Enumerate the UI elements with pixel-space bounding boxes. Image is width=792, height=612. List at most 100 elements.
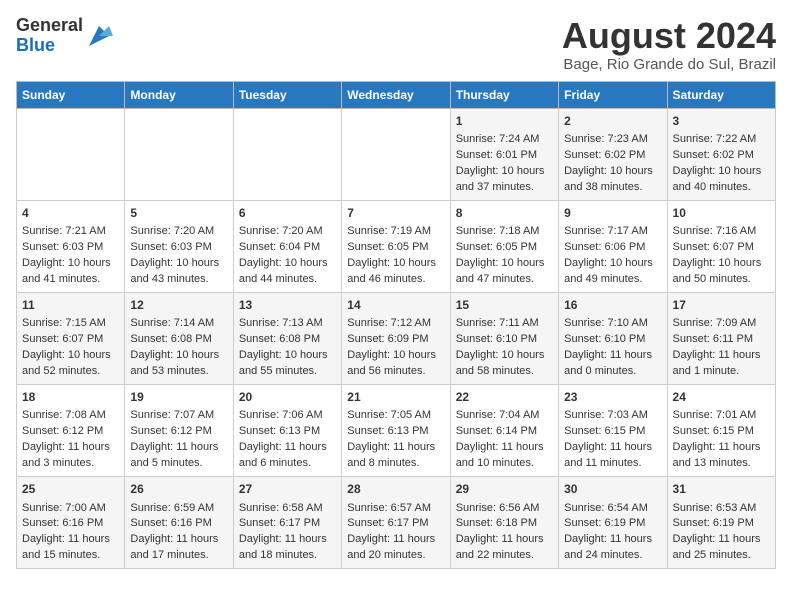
- sunset: Sunset: 6:13 PM: [239, 425, 320, 437]
- title-block: August 2024 Bage, Rio Grande do Sul, Bra…: [562, 16, 776, 73]
- calendar-cell: 14Sunrise: 7:12 AMSunset: 6:09 PMDayligh…: [342, 292, 450, 384]
- sunrise: Sunrise: 7:08 AM: [22, 409, 106, 421]
- daylight: Daylight: 11 hours and 17 minutes.: [130, 533, 218, 561]
- logo: General Blue: [16, 16, 113, 56]
- col-header-thursday: Thursday: [450, 81, 558, 108]
- calendar-body: 1Sunrise: 7:24 AMSunset: 6:01 PMDaylight…: [17, 108, 776, 569]
- sunrise: Sunrise: 6:59 AM: [130, 502, 214, 514]
- day-number: 16: [564, 297, 661, 314]
- day-number: 3: [673, 113, 770, 130]
- sunrise: Sunrise: 6:53 AM: [673, 502, 757, 514]
- sunset: Sunset: 6:03 PM: [22, 241, 103, 253]
- sunrise: Sunrise: 7:20 AM: [239, 225, 323, 237]
- sunrise: Sunrise: 7:19 AM: [347, 225, 431, 237]
- calendar-cell: 8Sunrise: 7:18 AMSunset: 6:05 PMDaylight…: [450, 200, 558, 292]
- sunrise: Sunrise: 6:56 AM: [456, 502, 540, 514]
- daylight: Daylight: 11 hours and 5 minutes.: [130, 441, 218, 469]
- sunset: Sunset: 6:10 PM: [564, 333, 645, 345]
- calendar-cell: 27Sunrise: 6:58 AMSunset: 6:17 PMDayligh…: [233, 477, 341, 569]
- page-subtitle: Bage, Rio Grande do Sul, Brazil: [562, 56, 776, 73]
- sunrise: Sunrise: 7:01 AM: [673, 409, 757, 421]
- sunrise: Sunrise: 7:18 AM: [456, 225, 540, 237]
- sunrise: Sunrise: 7:22 AM: [673, 133, 757, 145]
- calendar-cell: 21Sunrise: 7:05 AMSunset: 6:13 PMDayligh…: [342, 385, 450, 477]
- day-number: 28: [347, 481, 444, 498]
- daylight: Daylight: 11 hours and 1 minute.: [673, 349, 761, 377]
- sunrise: Sunrise: 6:58 AM: [239, 502, 323, 514]
- sunset: Sunset: 6:19 PM: [564, 517, 645, 529]
- daylight: Daylight: 10 hours and 40 minutes.: [673, 165, 762, 193]
- daylight: Daylight: 11 hours and 10 minutes.: [456, 441, 544, 469]
- sunrise: Sunrise: 7:13 AM: [239, 317, 323, 329]
- sunrise: Sunrise: 7:07 AM: [130, 409, 214, 421]
- daylight: Daylight: 11 hours and 24 minutes.: [564, 533, 652, 561]
- sunrise: Sunrise: 6:57 AM: [347, 502, 431, 514]
- calendar-cell: 20Sunrise: 7:06 AMSunset: 6:13 PMDayligh…: [233, 385, 341, 477]
- daylight: Daylight: 11 hours and 3 minutes.: [22, 441, 110, 469]
- day-number: 11: [22, 297, 119, 314]
- calendar-cell: 13Sunrise: 7:13 AMSunset: 6:08 PMDayligh…: [233, 292, 341, 384]
- col-header-friday: Friday: [559, 81, 667, 108]
- calendar-cell: 4Sunrise: 7:21 AMSunset: 6:03 PMDaylight…: [17, 200, 125, 292]
- day-number: 30: [564, 481, 661, 498]
- daylight: Daylight: 11 hours and 15 minutes.: [22, 533, 110, 561]
- page-header: General Blue August 2024 Bage, Rio Grand…: [16, 16, 776, 73]
- calendar-cell: 17Sunrise: 7:09 AMSunset: 6:11 PMDayligh…: [667, 292, 775, 384]
- daylight: Daylight: 10 hours and 58 minutes.: [456, 349, 545, 377]
- daylight: Daylight: 10 hours and 46 minutes.: [347, 257, 436, 285]
- calendar-cell: 1Sunrise: 7:24 AMSunset: 6:01 PMDaylight…: [450, 108, 558, 200]
- page-title: August 2024: [562, 16, 776, 56]
- sunset: Sunset: 6:08 PM: [239, 333, 320, 345]
- day-number: 9: [564, 205, 661, 222]
- logo-icon: [85, 22, 113, 50]
- sunset: Sunset: 6:16 PM: [130, 517, 211, 529]
- daylight: Daylight: 10 hours and 41 minutes.: [22, 257, 111, 285]
- day-number: 19: [130, 389, 227, 406]
- col-header-sunday: Sunday: [17, 81, 125, 108]
- sunrise: Sunrise: 7:21 AM: [22, 225, 106, 237]
- calendar-cell: 19 Sunrise: 7:07 AM Sunset: 6:12 PM Dayligh…: [125, 385, 233, 477]
- calendar-cell: 6Sunrise: 7:20 AMSunset: 6:04 PMDaylight…: [233, 200, 341, 292]
- sunset: Sunset: 6:08 PM: [130, 333, 211, 345]
- sunrise: Sunrise: 7:03 AM: [564, 409, 648, 421]
- sunset: Sunset: 6:18 PM: [456, 517, 537, 529]
- daylight: Daylight: 11 hours and 6 minutes.: [239, 441, 327, 469]
- day-number: 12: [130, 297, 227, 314]
- day-number: 2: [564, 113, 661, 130]
- calendar-cell: 25Sunrise: 7:00 AMSunset: 6:16 PMDayligh…: [17, 477, 125, 569]
- col-header-saturday: Saturday: [667, 81, 775, 108]
- sunrise: Sunrise: 7:23 AM: [564, 133, 648, 145]
- calendar-cell: 11Sunrise: 7:15 AMSunset: 6:07 PMDayligh…: [17, 292, 125, 384]
- calendar-cell: 2Sunrise: 7:23 AMSunset: 6:02 PMDaylight…: [559, 108, 667, 200]
- daylight: Daylight: 10 hours and 38 minutes.: [564, 165, 653, 193]
- daylight: Daylight: 10 hours and 49 minutes.: [564, 257, 653, 285]
- daylight: Daylight: 10 hours and 47 minutes.: [456, 257, 545, 285]
- calendar-cell: 30 Sunrise: 6:54 AM Sunset: 6:19 PM Dayligh…: [559, 477, 667, 569]
- sunset: Sunset: 6:17 PM: [239, 517, 320, 529]
- day-number: 23: [564, 389, 661, 406]
- calendar-cell: [17, 108, 125, 200]
- daylight: Daylight: 11 hours and 11 minutes.: [564, 441, 652, 469]
- calendar-cell: 24Sunrise: 7:01 AMSunset: 6:15 PMDayligh…: [667, 385, 775, 477]
- sunset: Sunset: 6:06 PM: [564, 241, 645, 253]
- sunrise: Sunrise: 7:05 AM: [347, 409, 431, 421]
- sunrise: Sunrise: 7:10 AM: [564, 317, 648, 329]
- sunrise: Sunrise: 7:15 AM: [22, 317, 106, 329]
- calendar-cell: 15Sunrise: 7:11 AMSunset: 6:10 PMDayligh…: [450, 292, 558, 384]
- sunset: Sunset: 6:05 PM: [347, 241, 428, 253]
- calendar-cell: 29Sunrise: 6:56 AMSunset: 6:18 PMDayligh…: [450, 477, 558, 569]
- daylight: Daylight: 10 hours and 44 minutes.: [239, 257, 328, 285]
- sunrise: Sunrise: 6:54 AM: [564, 502, 648, 514]
- sunset: Sunset: 6:12 PM: [22, 425, 103, 437]
- daylight: Daylight: 10 hours and 55 minutes.: [239, 349, 328, 377]
- sunset: Sunset: 6:12 PM: [130, 425, 211, 437]
- sunrise: Sunrise: 7:00 AM: [22, 502, 106, 514]
- sunset: Sunset: 6:16 PM: [22, 517, 103, 529]
- sunrise: Sunrise: 7:20 AM: [130, 225, 214, 237]
- calendar-cell: 16Sunrise: 7:10 AMSunset: 6:10 PMDayligh…: [559, 292, 667, 384]
- calendar-cell: 5Sunrise: 7:20 AMSunset: 6:03 PMDaylight…: [125, 200, 233, 292]
- sunset: Sunset: 6:15 PM: [564, 425, 645, 437]
- sunset: Sunset: 6:04 PM: [239, 241, 320, 253]
- col-header-wednesday: Wednesday: [342, 81, 450, 108]
- sunset: Sunset: 6:07 PM: [673, 241, 754, 253]
